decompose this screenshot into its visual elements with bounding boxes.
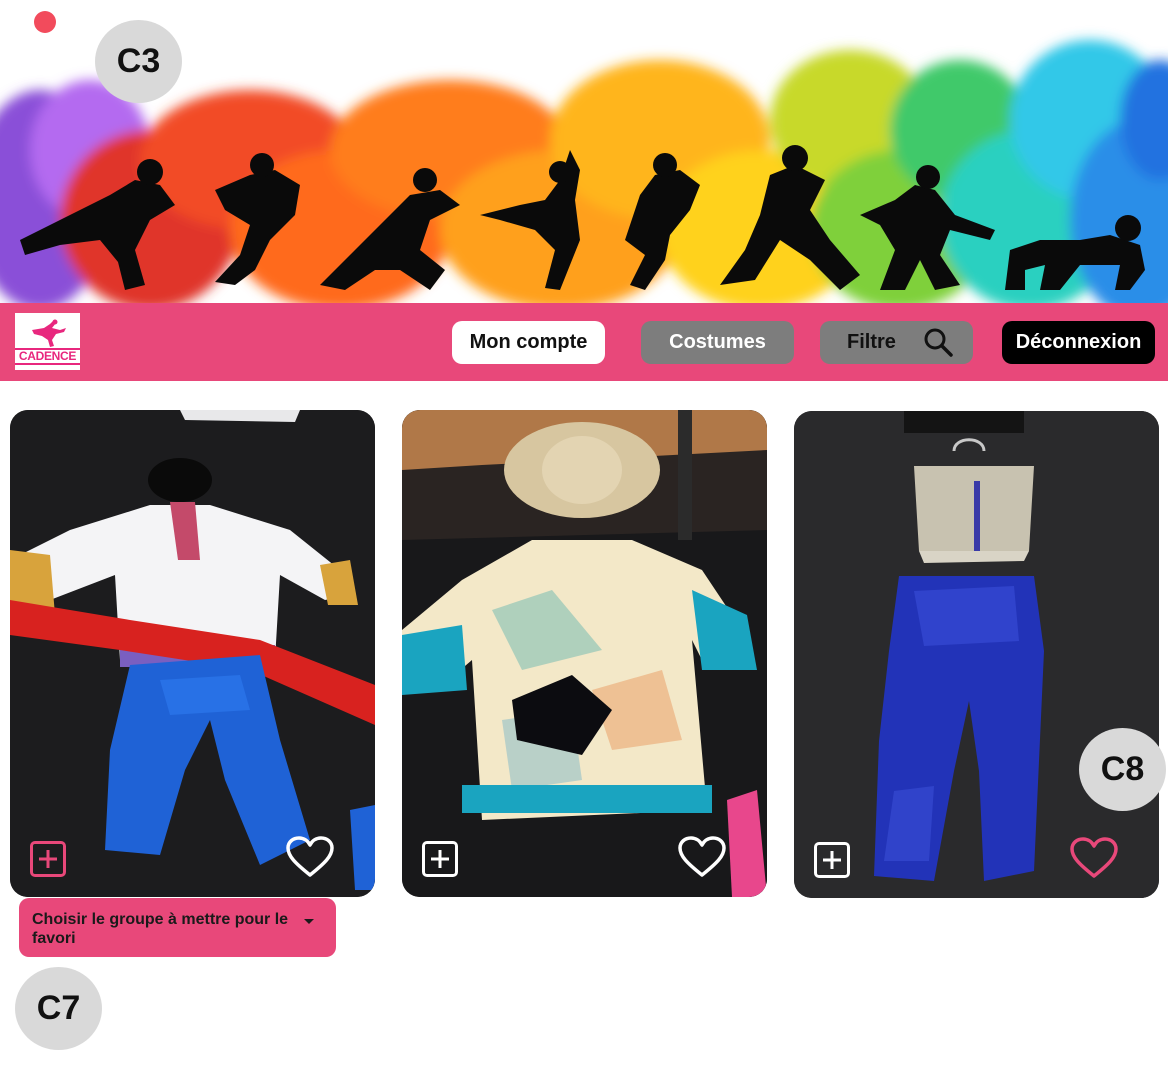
annotation-badge-c8: C8 (1079, 728, 1166, 811)
logo-text: CADENCE (15, 348, 80, 365)
favorite-group-dropdown[interactable]: Choisir le groupe à mettre pour le favor… (19, 898, 336, 957)
heart-outline-icon[interactable] (285, 835, 335, 879)
annotation-badge-c3: C3 (95, 20, 182, 103)
annotation-badge-c7: C7 (15, 967, 102, 1050)
costume-photo (10, 410, 375, 897)
top-navbar: CADENCE Mon compte Costumes Filtre Décon… (0, 303, 1168, 381)
costume-photo (402, 410, 767, 897)
costume-card[interactable] (10, 410, 375, 897)
search-icon (924, 328, 953, 357)
add-to-group-button[interactable] (30, 841, 66, 877)
filter-button[interactable]: Filtre (820, 321, 973, 364)
plus-icon (823, 851, 841, 869)
filter-button-label: Filtre (847, 331, 896, 353)
dancer-logo-icon (31, 319, 66, 347)
heart-outline-icon[interactable] (677, 835, 727, 879)
costume-photo (794, 411, 1159, 898)
logout-button[interactable]: Déconnexion (1002, 321, 1155, 364)
my-account-button[interactable]: Mon compte (452, 321, 605, 364)
chevron-down-icon (304, 919, 314, 924)
costume-card[interactable] (402, 410, 767, 897)
plus-icon (39, 850, 57, 868)
favorite-group-dropdown-label: Choisir le groupe à mettre pour le favor… (32, 911, 289, 947)
costume-card[interactable] (794, 411, 1159, 898)
costumes-button[interactable]: Costumes (641, 321, 794, 364)
heart-outline-icon[interactable] (1069, 836, 1119, 880)
plus-icon (431, 850, 449, 868)
add-to-group-button[interactable] (814, 842, 850, 878)
add-to-group-button[interactable] (422, 841, 458, 877)
cadence-logo[interactable]: CADENCE (15, 313, 80, 370)
